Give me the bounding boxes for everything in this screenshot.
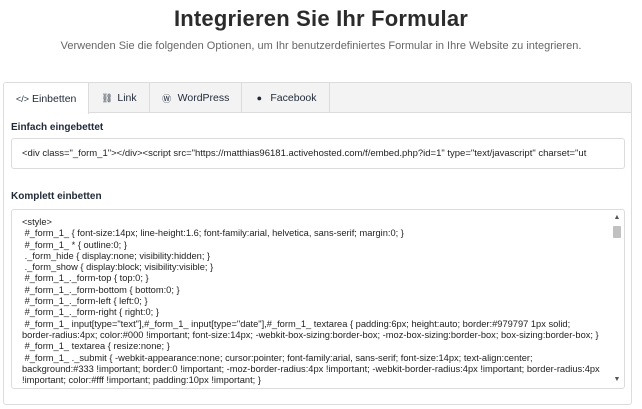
tab-bar: </> Einbetten ⛓ Link Ⓦ WordPress ● Faceb… — [4, 83, 631, 114]
scroll-thumb[interactable] — [613, 226, 621, 238]
code-icon: </> — [16, 93, 30, 104]
simple-embed-code-field[interactable]: <div class="_form_1"></div><script src="… — [11, 138, 625, 169]
full-embed-code[interactable]: <style> #_form_1_ { font-size:14px; line… — [12, 210, 610, 388]
tab-link[interactable]: ⛓ Link — [89, 83, 150, 113]
link-icon: ⛓ — [101, 92, 113, 103]
wordpress-icon: Ⓦ — [162, 93, 172, 104]
scroll-up-arrow-icon[interactable]: ▲ — [612, 214, 622, 222]
tab-label: Einbetten — [32, 92, 77, 105]
tab-facebook[interactable]: ● Facebook — [242, 83, 330, 113]
simple-embed-label: Einfach eingebettet — [11, 122, 104, 133]
scroll-down-arrow-icon[interactable]: ▼ — [612, 376, 622, 384]
tab-wordpress[interactable]: Ⓦ WordPress — [150, 83, 243, 113]
full-embed-label: Komplett einbetten — [11, 191, 102, 202]
tab-label: Facebook — [270, 92, 317, 104]
tab-label: Link — [117, 92, 137, 104]
tab-einbetten[interactable]: </> Einbetten — [4, 83, 90, 114]
vertical-scrollbar[interactable]: ▲ ▼ — [612, 214, 622, 384]
page-title: Integrieren Sie Ihr Formular — [173, 6, 469, 31]
page-subtitle: Verwenden Sie die folgenden Optionen, um… — [60, 40, 582, 52]
embed-options-panel: </> Einbetten ⛓ Link Ⓦ WordPress ● Faceb… — [3, 82, 632, 405]
tab-label: WordPress — [177, 92, 230, 104]
full-embed-code-textarea[interactable]: <style> #_form_1_ { font-size:14px; line… — [11, 209, 625, 389]
facebook-icon: ● — [256, 93, 263, 103]
